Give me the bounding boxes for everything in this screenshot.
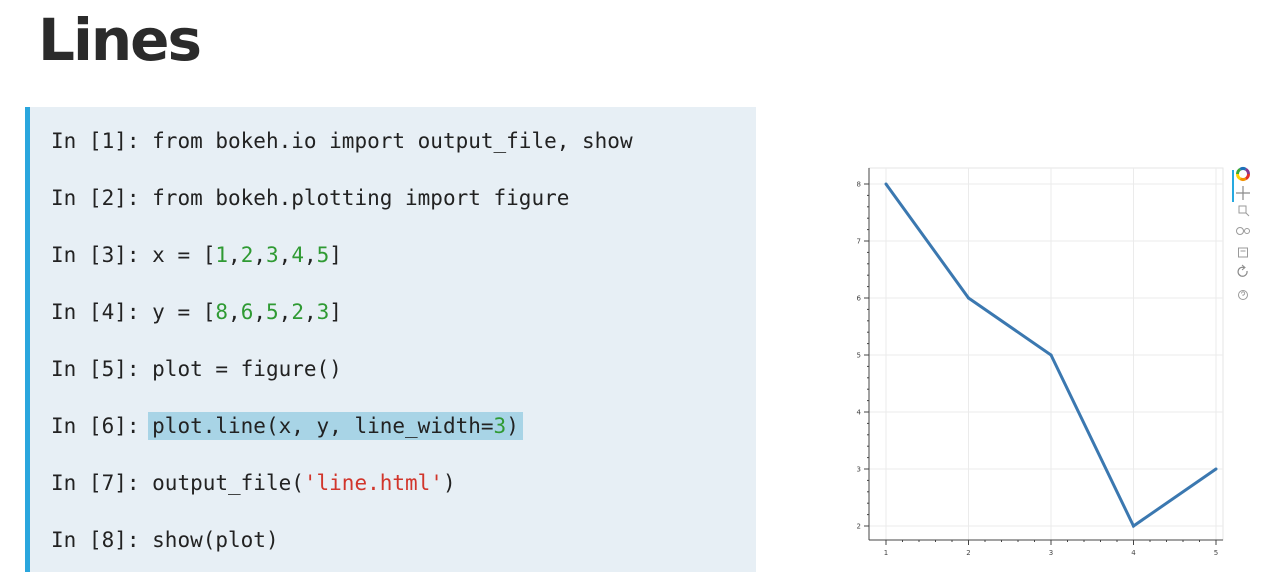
chart-svg: 1 2 3 4 5 2 3 4 5 6 7 8 <box>857 167 1250 557</box>
code-token: 'line.html' <box>303 471 443 495</box>
x-tick-label: 4 <box>1131 549 1136 557</box>
slide-title: Lines <box>38 6 202 74</box>
reset-icon[interactable] <box>1237 266 1248 277</box>
code-token: 4 <box>291 243 304 267</box>
plot-area <box>868 167 1224 541</box>
code-token: 3 <box>266 243 279 267</box>
code-token: , <box>303 243 317 267</box>
zoom-box-handle <box>1245 212 1250 217</box>
x-tick-label: 2 <box>966 549 970 557</box>
y-tick-label: 6 <box>857 295 862 303</box>
code-prompt: In [2]: <box>51 186 153 210</box>
code-token: ) <box>506 414 519 438</box>
code-line: In [2]: from bokeh.plotting import figur… <box>51 182 569 214</box>
code-line: In [5]: plot = figure() <box>51 353 342 385</box>
code-token: , <box>253 300 266 324</box>
code-token: ] <box>329 243 342 267</box>
wheel-zoom-detail <box>1244 228 1250 234</box>
code-token: ] <box>329 300 342 324</box>
y-tick-label: 2 <box>857 523 861 531</box>
code-line: In [6]: plot.line(x, y, line_width=3) <box>51 410 523 442</box>
data-point <box>967 296 970 300</box>
code-token: , <box>303 300 317 324</box>
code-prompt: In [6]: <box>51 414 153 438</box>
code-statement: output_file('line.html') <box>152 471 455 495</box>
code-panel: In [1]: from bokeh.io import output_file… <box>25 107 756 572</box>
code-statement: y = [8,6,5,2,3] <box>152 300 342 324</box>
code-token: 5 <box>266 300 279 324</box>
code-highlight: plot.line(x, y, line_width=3) <box>148 412 523 440</box>
code-token: show(plot) <box>152 528 279 552</box>
data-point <box>1132 524 1135 528</box>
code-token: x = [ <box>152 243 216 267</box>
code-line: In [4]: y = [8,6,5,2,3] <box>51 296 342 328</box>
data-point <box>1049 353 1053 357</box>
code-statement: from bokeh.plotting import figure <box>152 186 569 210</box>
code-token: 2 <box>291 300 304 324</box>
code-line: In [8]: show(plot) <box>51 524 279 556</box>
x-tick-label: 1 <box>884 549 888 557</box>
code-token: , <box>228 243 241 267</box>
code-token: 6 <box>240 300 254 324</box>
y-tick-label: 4 <box>857 409 862 417</box>
code-token: 2 <box>240 243 254 267</box>
code-prompt: In [7]: <box>51 471 153 495</box>
code-statement: x = [1,2,3,4,5] <box>152 243 342 267</box>
code-token: plot = figure() <box>152 357 342 381</box>
code-statement: from bokeh.io import output_file, show <box>152 129 632 153</box>
code-prompt: In [1]: <box>51 129 153 153</box>
code-token: from bokeh.plotting import figure <box>152 186 570 210</box>
code-token: output_file( <box>152 471 304 495</box>
code-line: In [7]: output_file('line.html') <box>51 467 456 499</box>
code-token: 8 <box>215 300 229 324</box>
x-tick-label: 3 <box>1049 549 1053 557</box>
y-tick-label: 5 <box>857 352 861 360</box>
code-statement: plot = figure() <box>152 357 342 381</box>
zoom-box-icon[interactable] <box>1238 205 1247 214</box>
code-statement: show(plot) <box>152 528 278 552</box>
code-token: plot.line(x, y, line_width= <box>152 414 494 438</box>
code-token: , <box>278 300 292 324</box>
code-prompt: In [3]: <box>51 243 153 267</box>
code-token: , <box>278 243 292 267</box>
code-token: 3 <box>493 414 507 438</box>
code-token: 5 <box>316 243 330 267</box>
code-token: , <box>253 243 266 267</box>
y-tick-label: 7 <box>857 238 861 246</box>
code-token: , <box>228 300 241 324</box>
code-prompt: In [4]: <box>51 300 153 324</box>
code-token: ) <box>442 471 456 495</box>
code-line: In [3]: x = [1,2,3,4,5] <box>51 239 342 271</box>
x-tick-label: 5 <box>1214 549 1218 557</box>
pan-icon[interactable] <box>1236 186 1250 200</box>
code-token: from bokeh.io import output_file, show <box>152 129 633 153</box>
code-token: 1 <box>215 243 229 267</box>
code-prompt: In [5]: <box>51 357 153 381</box>
code-token: 3 <box>316 300 330 324</box>
help-icon-glyph <box>1241 291 1246 296</box>
code-prompt: In [8]: <box>51 528 153 552</box>
save-icon[interactable] <box>1238 247 1248 258</box>
code-line: In [1]: from bokeh.io import output_file… <box>51 125 633 157</box>
y-tick-label: 3 <box>857 466 861 474</box>
line-chart: 1 2 3 4 5 2 3 4 5 6 7 8 <box>840 158 1260 558</box>
data-point <box>1214 467 1218 471</box>
data-point <box>884 182 888 186</box>
bokeh-logo-icon[interactable] <box>1236 167 1250 181</box>
y-tick-label: 8 <box>857 181 861 189</box>
code-token: y = [ <box>152 300 216 324</box>
wheel-zoom-icon[interactable] <box>1236 227 1244 235</box>
